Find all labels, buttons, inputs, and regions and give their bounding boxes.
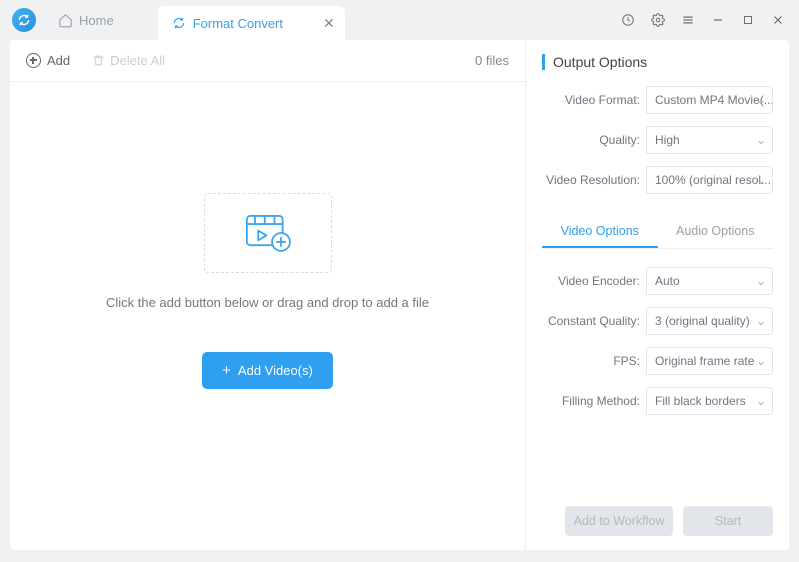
home-icon: [58, 13, 73, 28]
fps-select[interactable]: Original frame rate⌄: [646, 347, 773, 375]
main-content: Add Delete All 0 files: [10, 40, 789, 550]
video-format-label: Video Format:: [542, 93, 640, 107]
right-panel: Output Options Video Format: Custom MP4 …: [526, 40, 789, 550]
quality-label: Quality:: [542, 133, 640, 147]
refresh-icon: [172, 16, 186, 30]
resolution-label: Video Resolution:: [542, 173, 640, 187]
dropzone[interactable]: Click the add button below or drag and d…: [10, 82, 525, 550]
settings-icon[interactable]: [645, 7, 671, 33]
fps-label: FPS:: [542, 354, 640, 368]
quality-field: Quality: High⌄: [542, 126, 773, 154]
add-button[interactable]: Add: [26, 53, 70, 68]
dropzone-hint: Click the add button below or drag and d…: [106, 295, 429, 310]
video-format-field: Video Format: Custom MP4 Movie(...⌄: [542, 86, 773, 114]
footer-buttons: Add to Workflow Start: [565, 506, 773, 536]
history-icon[interactable]: [615, 7, 641, 33]
maximize-icon[interactable]: [735, 7, 761, 33]
add-label: Add: [47, 53, 70, 68]
app-logo: [12, 8, 36, 32]
menu-icon[interactable]: [675, 7, 701, 33]
chevron-down-icon: ⌄: [756, 93, 766, 107]
tab-video-options[interactable]: Video Options: [542, 216, 658, 248]
quality-select[interactable]: High⌄: [646, 126, 773, 154]
video-add-icon: [242, 211, 294, 255]
start-button[interactable]: Start: [683, 506, 773, 536]
plus-circle-icon: [26, 53, 41, 68]
close-window-icon[interactable]: [765, 7, 791, 33]
filling-method-select[interactable]: Fill black borders⌄: [646, 387, 773, 415]
delete-all-label: Delete All: [110, 53, 165, 68]
fps-field: FPS: Original frame rate⌄: [542, 347, 773, 375]
left-panel: Add Delete All 0 files: [10, 40, 526, 550]
chevron-down-icon: ⌄: [756, 274, 766, 288]
options-subtabs: Video Options Audio Options: [542, 216, 773, 249]
tab-home-label: Home: [79, 13, 114, 28]
constant-quality-label: Constant Quality:: [542, 314, 640, 328]
constant-quality-select[interactable]: 3 (original quality)⌄: [646, 307, 773, 335]
chevron-down-icon: ⌄: [756, 173, 766, 187]
chevron-down-icon: ⌄: [756, 354, 766, 368]
drop-box: [204, 193, 332, 273]
resolution-select[interactable]: 100% (original resol...⌄: [646, 166, 773, 194]
add-videos-label: Add Video(s): [238, 363, 313, 378]
minimize-icon[interactable]: [705, 7, 731, 33]
encoder-field: Video Encoder: Auto⌄: [542, 267, 773, 295]
window-controls: [615, 7, 791, 33]
file-toolbar: Add Delete All 0 files: [10, 40, 525, 82]
tab-format-convert[interactable]: Format Convert ✕: [158, 6, 345, 40]
chevron-down-icon: ⌄: [756, 394, 766, 408]
encoder-label: Video Encoder:: [542, 274, 640, 288]
output-options-title: Output Options: [542, 54, 773, 70]
close-tab-icon[interactable]: ✕: [323, 15, 335, 32]
constant-quality-field: Constant Quality: 3 (original quality)⌄: [542, 307, 773, 335]
resolution-field: Video Resolution: 100% (original resol..…: [542, 166, 773, 194]
trash-icon: [92, 54, 105, 67]
video-format-select[interactable]: Custom MP4 Movie(...⌄: [646, 86, 773, 114]
titlebar: Home Format Convert ✕: [0, 0, 799, 40]
add-videos-button[interactable]: Add Video(s): [202, 352, 333, 389]
add-to-workflow-button[interactable]: Add to Workflow: [565, 506, 673, 536]
tab-audio-options[interactable]: Audio Options: [658, 216, 774, 248]
filling-method-label: Filling Method:: [542, 394, 640, 408]
chevron-down-icon: ⌄: [756, 133, 766, 147]
encoder-select[interactable]: Auto⌄: [646, 267, 773, 295]
file-count: 0 files: [475, 53, 509, 68]
filling-method-field: Filling Method: Fill black borders⌄: [542, 387, 773, 415]
chevron-down-icon: ⌄: [756, 314, 766, 328]
tab-convert-label: Format Convert: [193, 16, 283, 31]
tab-home[interactable]: Home: [44, 0, 128, 40]
delete-all-button: Delete All: [92, 53, 165, 68]
